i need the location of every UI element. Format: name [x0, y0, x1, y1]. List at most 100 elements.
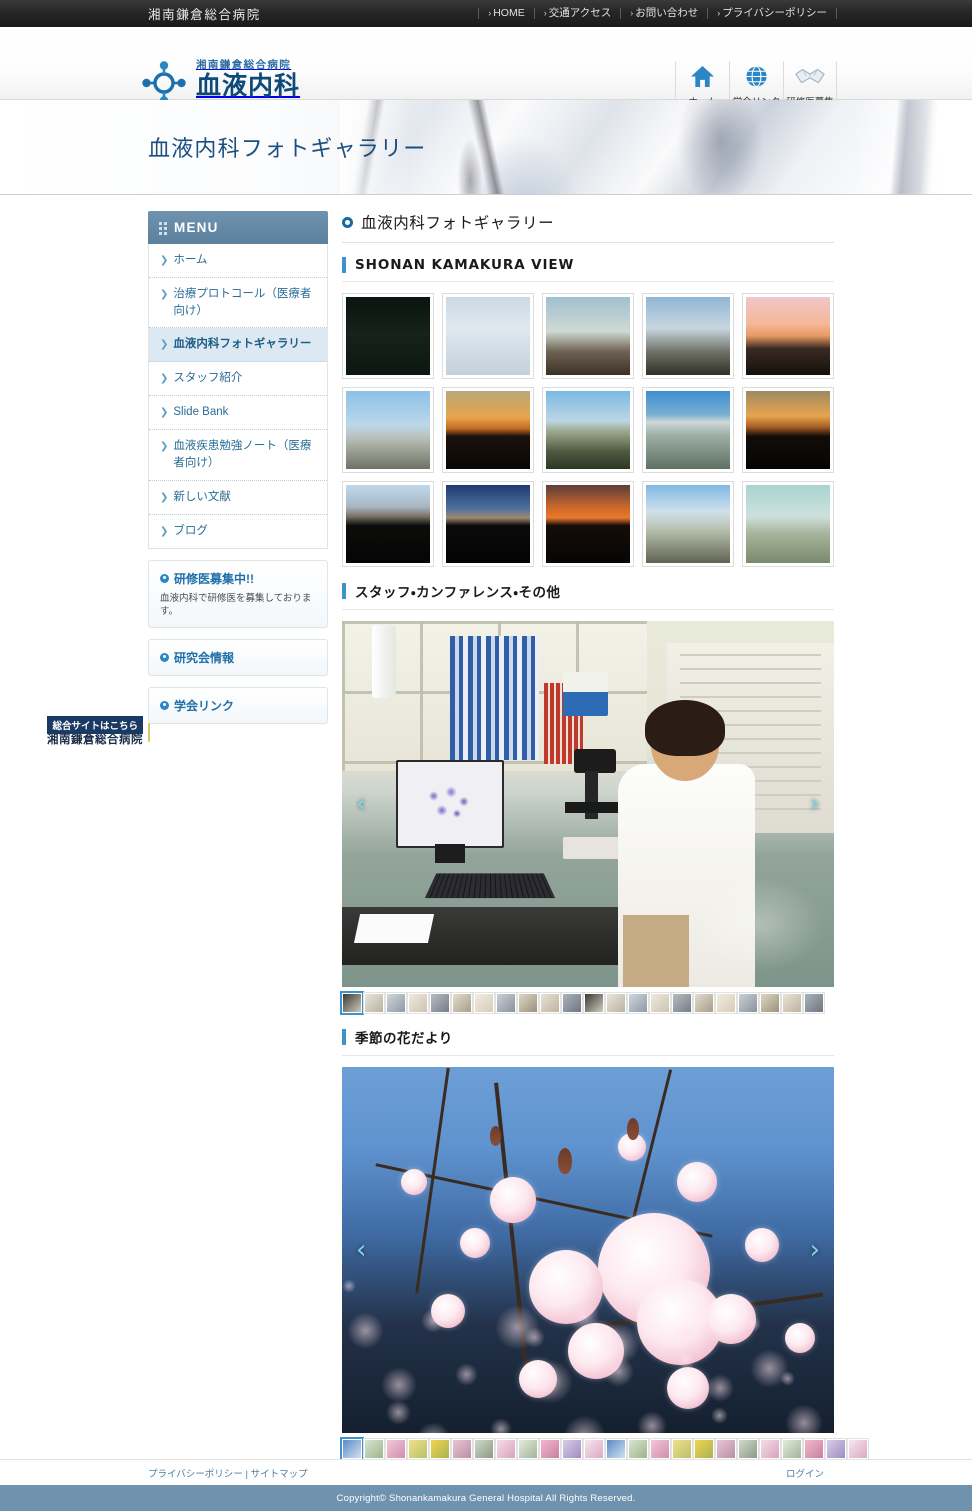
- bokeh-blossom-shape: [784, 1403, 823, 1433]
- slideshow-thumbnail[interactable]: [605, 992, 627, 1014]
- slideshow-thumbnail[interactable]: [385, 1438, 407, 1460]
- photo-grid-item[interactable]: [342, 481, 434, 567]
- slideshow-thumbnail[interactable]: [737, 992, 759, 1014]
- slideshow-thumbnail[interactable]: [715, 1438, 737, 1460]
- photo-grid-item[interactable]: [542, 387, 634, 473]
- home-icon: [690, 61, 715, 91]
- hospital-brand-text: 湘南鎌倉総合病院: [148, 8, 261, 22]
- photo-grid-item[interactable]: [742, 481, 834, 567]
- sidebar-item-label: 血液疾患勉強ノート（医療者向け）: [173, 440, 312, 470]
- bokeh-blossom-shape: [455, 1363, 479, 1387]
- slideshow-thumbnail[interactable]: [473, 1438, 495, 1460]
- photo-grid-item[interactable]: [442, 481, 534, 567]
- slideshow-thumbnail[interactable]: [363, 1438, 385, 1460]
- slideshow-thumbnail[interactable]: [429, 992, 451, 1014]
- slideshow-thumbnail[interactable]: [715, 992, 737, 1014]
- slideshow-thumbnail[interactable]: [759, 992, 781, 1014]
- bokeh-blossom-shape: [563, 1414, 607, 1433]
- slideshow-thumbnail[interactable]: [803, 1438, 825, 1460]
- footer-sitemap-link[interactable]: サイトマップ: [251, 1469, 308, 1480]
- slideshow-thumbnail[interactable]: [473, 992, 495, 1014]
- photo-grid-item[interactable]: [642, 387, 734, 473]
- slideshow-thumbnail[interactable]: [561, 1438, 583, 1460]
- footer-privacy-link[interactable]: プライバシーポリシー: [148, 1469, 243, 1480]
- slideshow-thumbnail[interactable]: [649, 992, 671, 1014]
- slideshow-thumbnail[interactable]: [495, 992, 517, 1014]
- slideshow-thumbnail[interactable]: [825, 1438, 847, 1460]
- slideshow-thumbnail[interactable]: [803, 992, 825, 1014]
- flower-slideshow-next-button[interactable]: ›: [802, 1231, 828, 1269]
- slideshow-thumbnail[interactable]: [363, 992, 385, 1014]
- slideshow-thumbnail[interactable]: [429, 1438, 451, 1460]
- top-nav-item-contact[interactable]: お問い合わせ: [621, 8, 707, 19]
- flower-slideshow-stage[interactable]: ‹ ›: [342, 1067, 834, 1433]
- sidebar-box-resident-recruit[interactable]: 研修医募集中!! 血液内科で研修医を募集しております。: [148, 559, 328, 629]
- slideshow-thumbnail[interactable]: [539, 1438, 561, 1460]
- slideshow-thumbnail[interactable]: [781, 992, 803, 1014]
- slideshow-thumbnail[interactable]: [561, 992, 583, 1014]
- sidebar-item-home[interactable]: ❯ ホーム: [149, 244, 327, 278]
- staff-slideshow-stage[interactable]: ‹ ›: [342, 621, 834, 987]
- slideshow-thumbnail[interactable]: [451, 1438, 473, 1460]
- photo-grid-item[interactable]: [642, 481, 734, 567]
- staff-slideshow-next-button[interactable]: ›: [802, 785, 828, 823]
- sidebar-box-society-links[interactable]: 学会リンク: [148, 687, 328, 725]
- sidebar-item-label: 血液内科フォトギャラリー: [173, 338, 312, 351]
- flower-slideshow-prev-button[interactable]: ‹: [348, 1231, 374, 1269]
- photo-grid-item[interactable]: [742, 387, 834, 473]
- top-nav-item-access[interactable]: 交通アクセス: [535, 8, 620, 19]
- sidebar-item-slide-bank[interactable]: ❯ Slide Bank: [149, 396, 327, 431]
- photo-thumbnail: [446, 485, 530, 563]
- top-nav-item-privacy[interactable]: プライバシーポリシー: [708, 8, 836, 19]
- slideshow-thumbnail[interactable]: [847, 1438, 869, 1460]
- photo-grid-item[interactable]: [342, 387, 434, 473]
- slideshow-thumbnail[interactable]: [693, 1438, 715, 1460]
- slideshow-thumbnail[interactable]: [605, 1438, 627, 1460]
- staff-slideshow-prev-button[interactable]: ‹: [348, 785, 374, 823]
- slideshow-thumbnail[interactable]: [583, 1438, 605, 1460]
- photo-grid-item[interactable]: [442, 293, 534, 379]
- photo-grid-item[interactable]: [542, 481, 634, 567]
- slideshow-thumbnail[interactable]: [583, 992, 605, 1014]
- slideshow-thumbnail[interactable]: [737, 1438, 759, 1460]
- photo-thumbnail: [646, 297, 730, 375]
- slideshow-thumbnail[interactable]: [340, 991, 364, 1015]
- chevron-right-icon: ❯: [160, 407, 169, 419]
- slideshow-thumbnail[interactable]: [627, 992, 649, 1014]
- photo-grid-item[interactable]: [542, 293, 634, 379]
- slideshow-thumbnail[interactable]: [781, 1438, 803, 1460]
- sidebar-box-study-group-info[interactable]: 研究会情報: [148, 639, 328, 677]
- slideshow-thumbnail[interactable]: [517, 1438, 539, 1460]
- sidebar-item-blog[interactable]: ❯ ブログ: [149, 515, 327, 548]
- sidebar-hospital-site-banner[interactable]: 湘南鎌倉総合病院 総合サイトはこちら: [47, 716, 150, 746]
- sidebar-item-protocol[interactable]: ❯ 治療プロトコール（医療者向け）: [149, 278, 327, 329]
- sidebar-item-photo-gallery[interactable]: ❯ 血液内科フォトギャラリー: [149, 328, 327, 363]
- slideshow-thumbnail[interactable]: [627, 1438, 649, 1460]
- footer-login-link[interactable]: ログイン: [786, 1469, 824, 1480]
- slideshow-thumbnail[interactable]: [340, 1437, 364, 1461]
- slideshow-thumbnail[interactable]: [671, 1438, 693, 1460]
- sidebar-item-study-notes[interactable]: ❯ 血液疾患勉強ノート（医療者向け）: [149, 430, 327, 481]
- slideshow-thumbnail[interactable]: [517, 992, 539, 1014]
- slideshow-thumbnail[interactable]: [759, 1438, 781, 1460]
- slideshow-thumbnail[interactable]: [671, 992, 693, 1014]
- slideshow-thumbnail[interactable]: [495, 1438, 517, 1460]
- slideshow-thumbnail[interactable]: [649, 1438, 671, 1460]
- slideshow-thumbnail[interactable]: [693, 992, 715, 1014]
- photo-thumbnail: [346, 391, 430, 469]
- photo-grid-item[interactable]: [742, 293, 834, 379]
- slideshow-thumbnail[interactable]: [539, 992, 561, 1014]
- sidebar-item-staff[interactable]: ❯ スタッフ紹介: [149, 362, 327, 397]
- photo-grid-item[interactable]: [642, 293, 734, 379]
- section-heading-staff-conference: スタッフ・カンファレンス・その他: [342, 578, 834, 610]
- sidebar-item-new-literature[interactable]: ❯ 新しい文献: [149, 481, 327, 515]
- photo-grid-item[interactable]: [442, 387, 534, 473]
- top-nav-item-home[interactable]: HOME: [479, 8, 534, 19]
- photo-grid-item[interactable]: [342, 293, 434, 379]
- slideshow-thumbnail[interactable]: [407, 1438, 429, 1460]
- slideshow-thumbnail[interactable]: [451, 992, 473, 1014]
- slideshow-thumbnail[interactable]: [385, 992, 407, 1014]
- bokeh-blossom-shape: [637, 1411, 668, 1433]
- slideshow-thumbnail[interactable]: [407, 992, 429, 1014]
- photo-thumbnail: [746, 485, 830, 563]
